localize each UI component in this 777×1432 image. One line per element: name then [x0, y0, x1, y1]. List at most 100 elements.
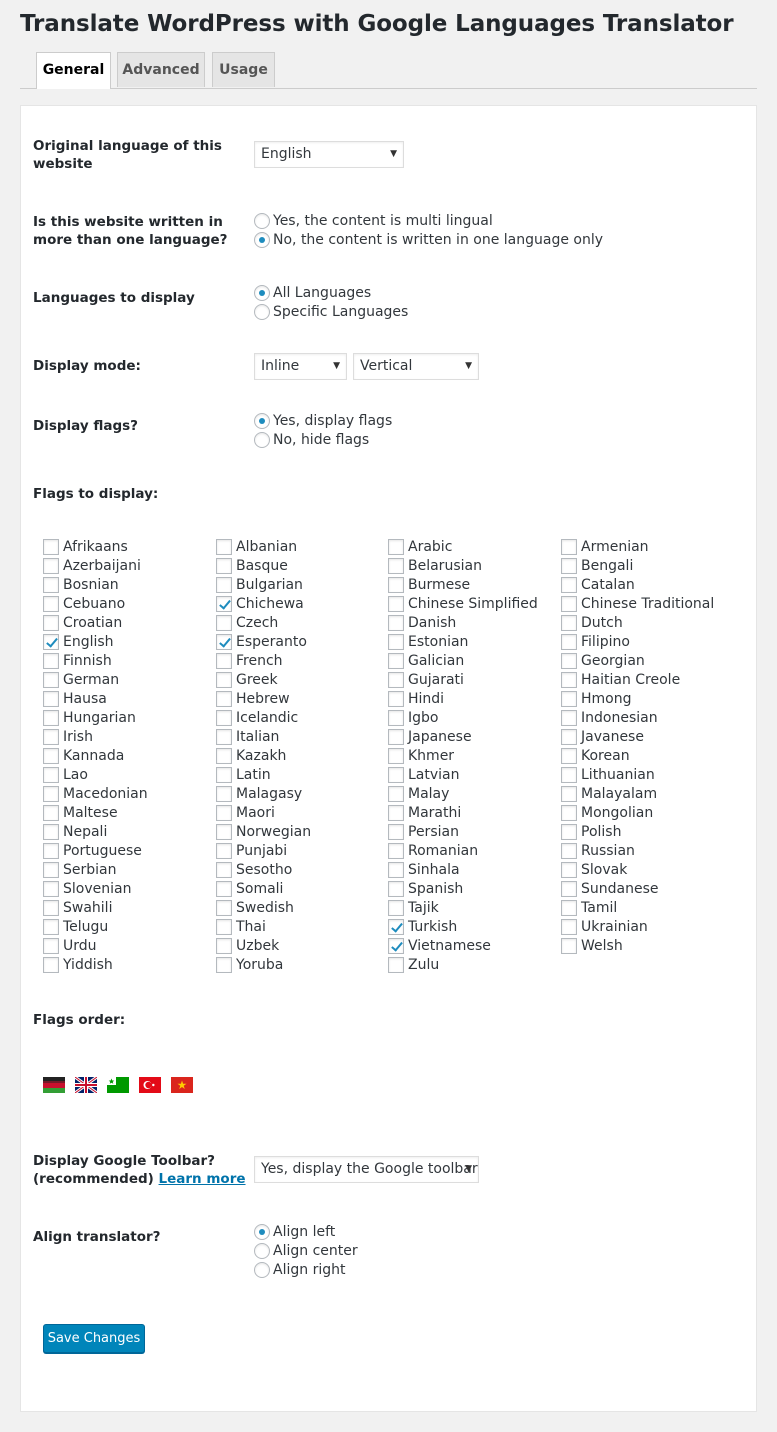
checkbox[interactable] — [388, 843, 404, 859]
english-flag-icon[interactable] — [75, 1077, 97, 1093]
esperanto-flag-icon[interactable] — [107, 1077, 129, 1093]
checkbox[interactable] — [43, 558, 59, 574]
checkbox[interactable] — [388, 919, 404, 935]
checkbox[interactable] — [216, 615, 232, 631]
tab-usage[interactable]: Usage — [212, 52, 275, 87]
checkbox[interactable] — [216, 767, 232, 783]
checkbox[interactable] — [388, 957, 404, 973]
checkbox[interactable] — [388, 710, 404, 726]
checkbox[interactable] — [43, 653, 59, 669]
checkbox[interactable] — [561, 672, 577, 688]
checkbox[interactable] — [43, 900, 59, 916]
checkbox[interactable] — [561, 729, 577, 745]
checkbox[interactable] — [216, 900, 232, 916]
checkbox[interactable] — [216, 558, 232, 574]
radio-button[interactable] — [254, 213, 270, 229]
checkbox[interactable] — [388, 805, 404, 821]
display-mode-select[interactable]: Inline ▼ — [254, 353, 347, 380]
checkbox[interactable] — [561, 653, 577, 669]
learn-more-link[interactable]: Learn more — [159, 1171, 246, 1187]
checkbox[interactable] — [561, 710, 577, 726]
checkbox[interactable] — [216, 938, 232, 954]
checkbox[interactable] — [388, 767, 404, 783]
checkbox[interactable] — [561, 900, 577, 916]
checkbox[interactable] — [561, 691, 577, 707]
checkbox[interactable] — [43, 710, 59, 726]
checkbox[interactable] — [561, 843, 577, 859]
checkbox[interactable] — [216, 634, 232, 650]
save-changes-button[interactable]: Save Changes — [43, 1324, 145, 1353]
checkbox[interactable] — [43, 862, 59, 878]
checkbox[interactable] — [216, 577, 232, 593]
checkbox[interactable] — [388, 577, 404, 593]
checkbox[interactable] — [561, 615, 577, 631]
radio-button[interactable] — [254, 285, 270, 301]
checkbox[interactable] — [216, 881, 232, 897]
turkish-flag-icon[interactable] — [139, 1077, 161, 1093]
checkbox[interactable] — [388, 653, 404, 669]
radio-button[interactable] — [254, 1224, 270, 1240]
checkbox[interactable] — [388, 748, 404, 764]
checkbox[interactable] — [561, 539, 577, 555]
checkbox[interactable] — [388, 729, 404, 745]
checkbox[interactable] — [216, 824, 232, 840]
checkbox[interactable] — [561, 634, 577, 650]
checkbox[interactable] — [388, 691, 404, 707]
checkbox[interactable] — [388, 881, 404, 897]
checkbox[interactable] — [43, 615, 59, 631]
checkbox[interactable] — [43, 805, 59, 821]
checkbox[interactable] — [216, 748, 232, 764]
checkbox[interactable] — [561, 919, 577, 935]
checkbox[interactable] — [561, 767, 577, 783]
checkbox[interactable] — [388, 615, 404, 631]
checkbox[interactable] — [43, 786, 59, 802]
checkbox[interactable] — [43, 672, 59, 688]
checkbox[interactable] — [43, 634, 59, 650]
checkbox[interactable] — [388, 672, 404, 688]
checkbox[interactable] — [43, 824, 59, 840]
tab-general[interactable]: General — [36, 52, 111, 89]
orientation-select[interactable]: Vertical ▼ — [353, 353, 479, 380]
google-toolbar-select[interactable]: Yes, display the Google toolbar ▼ — [254, 1156, 479, 1183]
checkbox[interactable] — [561, 805, 577, 821]
checkbox[interactable] — [43, 767, 59, 783]
checkbox[interactable] — [561, 862, 577, 878]
radio-button[interactable] — [254, 304, 270, 320]
chichewa-flag-icon[interactable] — [43, 1077, 65, 1093]
checkbox[interactable] — [388, 596, 404, 612]
checkbox[interactable] — [388, 539, 404, 555]
checkbox[interactable] — [216, 843, 232, 859]
checkbox[interactable] — [43, 919, 59, 935]
checkbox[interactable] — [216, 691, 232, 707]
checkbox[interactable] — [43, 596, 59, 612]
checkbox[interactable] — [216, 805, 232, 821]
checkbox[interactable] — [43, 577, 59, 593]
vietnamese-flag-icon[interactable] — [171, 1077, 193, 1093]
radio-button[interactable] — [254, 432, 270, 448]
checkbox[interactable] — [43, 881, 59, 897]
radio-button[interactable] — [254, 232, 270, 248]
checkbox[interactable] — [216, 919, 232, 935]
radio-button[interactable] — [254, 1243, 270, 1259]
checkbox[interactable] — [216, 710, 232, 726]
checkbox[interactable] — [43, 691, 59, 707]
checkbox[interactable] — [216, 786, 232, 802]
checkbox[interactable] — [561, 596, 577, 612]
checkbox[interactable] — [561, 558, 577, 574]
checkbox[interactable] — [388, 862, 404, 878]
checkbox[interactable] — [388, 634, 404, 650]
checkbox[interactable] — [561, 881, 577, 897]
radio-button[interactable] — [254, 413, 270, 429]
original-language-select[interactable]: English ▼ — [254, 141, 404, 168]
checkbox[interactable] — [216, 672, 232, 688]
radio-button[interactable] — [254, 1262, 270, 1278]
checkbox[interactable] — [216, 957, 232, 973]
checkbox[interactable] — [388, 786, 404, 802]
checkbox[interactable] — [43, 938, 59, 954]
checkbox[interactable] — [388, 938, 404, 954]
checkbox[interactable] — [388, 558, 404, 574]
checkbox[interactable] — [216, 862, 232, 878]
checkbox[interactable] — [561, 824, 577, 840]
tab-advanced[interactable]: Advanced — [117, 52, 205, 87]
checkbox[interactable] — [216, 729, 232, 745]
